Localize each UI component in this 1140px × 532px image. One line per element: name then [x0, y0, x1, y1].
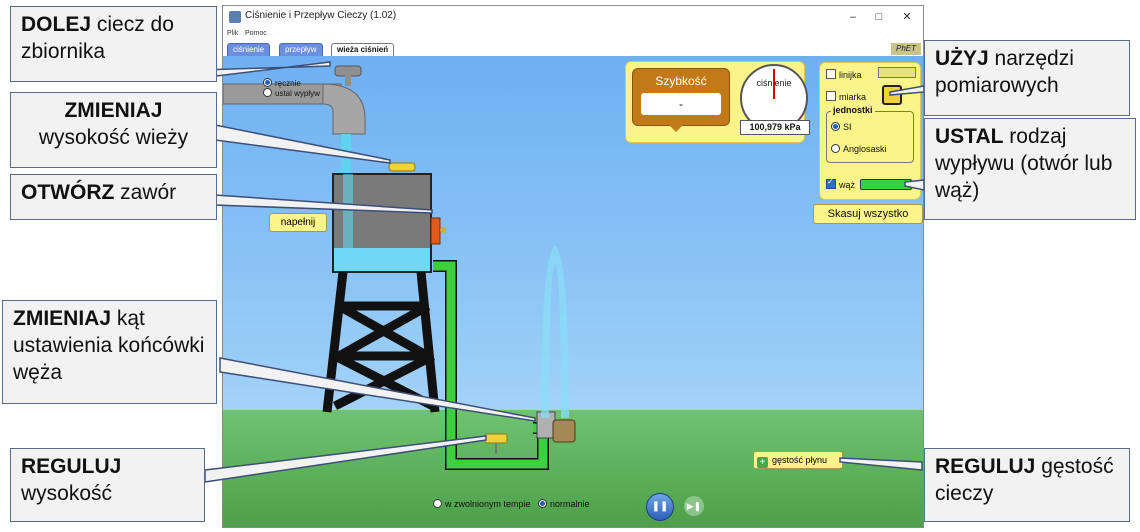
measuring-tape-icon	[882, 85, 902, 105]
app-icon	[229, 11, 241, 23]
hose-checkbox-row[interactable]: wąż	[826, 177, 856, 190]
title-bar: Ciśnienie i Przepływ Cieczy (1.02) – □ ✕	[223, 6, 923, 28]
speed-meter-value: -	[641, 93, 721, 115]
units-title: jednostki	[831, 105, 875, 115]
radio-slow-label: w zwolnionym tempie	[445, 499, 531, 509]
radio-match-label: ustal wypływ	[275, 89, 320, 98]
tab-water-tower[interactable]: wieża ciśnień	[331, 43, 395, 56]
minimize-button[interactable]: –	[843, 9, 863, 25]
tape-checkbox-row[interactable]: miarka	[826, 91, 866, 102]
gauge-needle	[773, 69, 775, 99]
hose-checkbox[interactable]	[826, 177, 836, 189]
callout-fluid-density: REGULUJ gęstość cieczy	[924, 448, 1130, 522]
sim-speed-control: w zwolnionym tempie normalnie	[433, 499, 590, 509]
fluid-density-button[interactable]: + gęstość płynu	[753, 451, 843, 469]
pressure-gauge-value: 100,979 kPa	[740, 120, 810, 135]
radio-normal-label: normalnie	[550, 499, 590, 509]
callout-measurement-tools: UŻYJ narzędzi pomiarowych	[924, 40, 1130, 116]
radio-english-indicator[interactable]	[831, 144, 840, 153]
radio-unit-si[interactable]: SI	[831, 122, 852, 132]
maximize-button[interactable]: □	[869, 9, 889, 25]
plus-icon: +	[757, 457, 768, 468]
ruler-icon	[878, 67, 916, 78]
tower-legs	[322, 271, 440, 413]
speed-meter[interactable]: Szybkość -	[632, 68, 730, 126]
ruler-checkbox[interactable]	[826, 69, 836, 79]
radio-match-indicator[interactable]	[263, 88, 272, 97]
ruler-label: linijka	[839, 70, 862, 80]
faucet[interactable]	[223, 65, 366, 135]
callout-outflow-type: USTAL rodzaj wypływu (otwór lub wąż)	[924, 118, 1136, 220]
menu-file[interactable]: Plik	[227, 30, 238, 37]
callout-tower-height: ZMIENIAJ wysokość wieży	[10, 92, 217, 168]
callout-open-valve: OTWÓRZ zawór	[10, 174, 217, 220]
radio-normal-indicator[interactable]	[538, 499, 548, 508]
radio-match-flow[interactable]: ustal wypływ	[263, 88, 320, 98]
radio-manual-label: ręcznie	[275, 79, 301, 88]
water-jet	[541, 246, 569, 418]
radio-unit-english[interactable]: Anglosaski	[831, 144, 887, 154]
tab-bar: ciśnienie przepływ wieża ciśnień PhET	[223, 42, 923, 56]
callout-nozzle-height: REGULUJ wysokość	[10, 448, 205, 522]
tools-panel: linijka miarka jednostki SI Anglosaski w…	[819, 62, 921, 200]
reset-all-button[interactable]: Skasuj wszystko	[813, 204, 923, 224]
menu-bar: Plik Pomoc	[223, 28, 923, 42]
tower-height-handle[interactable]	[388, 162, 416, 172]
hose-icon	[860, 179, 912, 190]
flow-control-panel: ręcznie ustal wypływ	[263, 78, 320, 98]
tape-label: miarka	[839, 92, 867, 102]
speed-meter-pointer	[668, 124, 684, 132]
radio-slow-motion[interactable]: w zwolnionym tempie	[433, 499, 531, 509]
simulation-canvas: ręcznie ustal wypływ napełnij Szybkość -…	[223, 56, 923, 527]
fill-button[interactable]: napełnij	[269, 213, 327, 232]
radio-english-label: Anglosaski	[843, 144, 887, 154]
callout-refill: DOLEJ ciecz do zbiornika	[10, 6, 217, 82]
measurement-panel: Szybkość - ciśnienie 100,979 kPa	[625, 61, 810, 143]
close-button[interactable]: ✕	[897, 9, 917, 25]
radio-si-indicator[interactable]	[831, 122, 840, 131]
step-button[interactable]: ▶❚	[684, 496, 704, 516]
radio-normal-speed[interactable]: normalnie	[538, 499, 590, 509]
tape-checkbox[interactable]	[826, 91, 836, 101]
hose-label: wąż	[839, 180, 856, 190]
menu-help[interactable]: Pomoc	[245, 30, 267, 37]
units-group: jednostki SI Anglosaski	[826, 105, 914, 163]
callout-nozzle-angle: ZMIENIAJ kąt ustawienia końcówki węża	[2, 300, 217, 404]
ruler-checkbox-row[interactable]: linijka	[826, 69, 862, 80]
tab-flow[interactable]: przepływ	[279, 43, 323, 56]
radio-slow-indicator[interactable]	[433, 499, 442, 508]
valve[interactable]	[430, 217, 441, 245]
phet-logo: PhET	[891, 43, 921, 55]
water-tank	[332, 173, 432, 273]
radio-manual[interactable]: ręcznie	[263, 78, 320, 88]
water-stream	[341, 134, 351, 176]
speed-meter-title: Szybkość	[655, 74, 707, 88]
tab-pressure[interactable]: ciśnienie	[227, 43, 271, 56]
radio-manual-indicator[interactable]	[263, 78, 272, 87]
radio-si-label: SI	[843, 122, 852, 132]
pause-button[interactable]: ❚❚	[646, 493, 674, 521]
nozzle-height-handle[interactable]	[484, 433, 508, 454]
app-window: Ciśnienie i Przepływ Cieczy (1.02) – □ ✕…	[222, 5, 924, 528]
window-title: Ciśnienie i Przepływ Cieczy (1.02)	[245, 10, 397, 21]
fluid-density-label: gęstość płynu	[772, 455, 828, 465]
